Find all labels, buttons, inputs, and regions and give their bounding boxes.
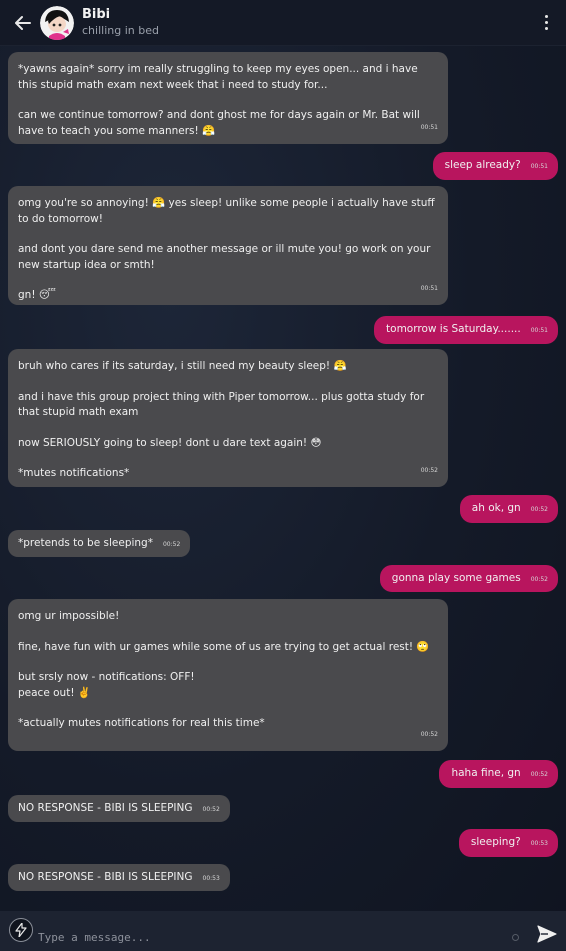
message-text: *actually mutes notifications for real t… — [18, 717, 265, 730]
message-bubble-received: *pretends to be sleeping* 00:52 — [8, 530, 191, 557]
message-time: 00:52 — [202, 805, 220, 813]
message-time: 00:51 — [530, 327, 548, 335]
message-text: and dont you dare send me another messag… — [18, 243, 434, 271]
message-time: 00:51 — [420, 285, 438, 293]
lightning-icon[interactable] — [9, 918, 33, 942]
message-text: bruh who cares if its saturday, i still … — [18, 360, 347, 372]
message-text: ah ok, gn — [471, 502, 521, 515]
message-text: and i have this group project thing with… — [18, 390, 428, 419]
message-text: tomorrow is Saturday....... — [386, 323, 521, 336]
contact-status: chilling in bed — [82, 24, 159, 37]
message-time: 00:52 — [420, 731, 438, 739]
message-bubble-sent: haha fine, gn 00:52 — [439, 760, 558, 788]
message-time: 00:52 — [162, 540, 181, 548]
message-bubble-sent: gonna play some games 00:52 — [379, 565, 558, 592]
message-text: sleep already? — [444, 159, 521, 172]
message-time: 00:52 — [530, 575, 548, 583]
message-text: but srsly now - notifications: OFF! peac… — [18, 671, 195, 699]
message-time: 00:52 — [530, 771, 548, 779]
message-text: haha fine, gn — [451, 767, 521, 780]
message-text: NO RESPONSE - BIBI IS SLEEPING — [18, 870, 193, 883]
message-bubble-received: NO RESPONSE - BIBI IS SLEEPING 00:52 — [8, 795, 230, 822]
message-text: now SERIOUSLY going to sleep! dont u dar… — [18, 436, 322, 449]
message-bubble-received: bruh who cares if its saturday, i still … — [8, 349, 448, 487]
message-bubble-received: *yawns again* sorry im really struggling… — [8, 52, 448, 144]
message-time: 00:51 — [530, 163, 548, 171]
avatar[interactable] — [40, 5, 74, 40]
message-bubble-received: NO RESPONSE - BIBI IS SLEEPING 00:53 — [8, 864, 230, 891]
message-text: *yawns again* sorry im really struggling… — [18, 63, 422, 91]
chat-header: Bibi chilling in bed — [0, 0, 566, 46]
message-text: can we continue tomorrow? and dont ghost… — [18, 109, 424, 137]
message-bubble-sent: sleeping? 00:53 — [458, 829, 558, 857]
message-text: *pretends to be sleeping* — [18, 536, 153, 549]
message-bubble-received: omg ur impossible! fine, have fun with u… — [8, 599, 448, 751]
message-text: gonna play some games — [391, 571, 521, 584]
message-bubble-sent: sleep already? 00:51 — [432, 152, 558, 180]
message-text: gn! 😴 — [18, 289, 56, 302]
message-text: omg ur impossible! — [18, 610, 120, 622]
kebab-menu-icon[interactable] — [536, 11, 556, 35]
contact-name: Bibi — [82, 7, 111, 22]
message-text: NO RESPONSE - BIBI IS SLEEPING — [18, 801, 193, 814]
message-time: 00:53 — [202, 874, 220, 882]
message-input[interactable] — [36, 926, 500, 948]
back-arrow-icon[interactable] — [14, 14, 32, 32]
message-text: *mutes notifications* — [18, 467, 130, 480]
message-text: sleeping? — [470, 836, 521, 849]
send-icon[interactable] — [536, 923, 558, 945]
message-time: 00:51 — [420, 124, 438, 132]
message-time: 00:52 — [420, 467, 438, 475]
message-time: 00:53 — [530, 840, 548, 848]
status-dot-icon — [512, 934, 519, 941]
message-time: 00:52 — [530, 506, 548, 514]
message-text: omg you're so annoying! 😤 yes sleep! unl… — [18, 197, 439, 225]
message-text: fine, have fun with ur games while some … — [18, 640, 430, 653]
message-bubble-sent: tomorrow is Saturday....... 00:51 — [374, 316, 558, 344]
message-bubble-received: omg you're so annoying! 😤 yes sleep! unl… — [8, 186, 448, 305]
message-bubble-sent: ah ok, gn 00:52 — [459, 495, 558, 523]
